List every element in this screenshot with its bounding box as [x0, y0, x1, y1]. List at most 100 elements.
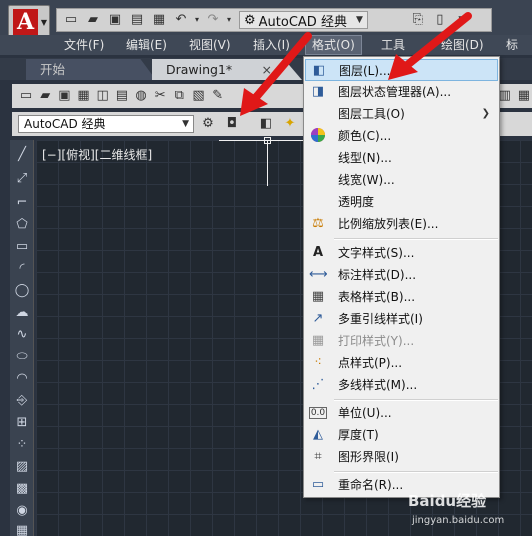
line-tool-icon[interactable]: ╱ [12, 146, 32, 164]
redo-dropdown-icon[interactable]: ▾ [225, 11, 233, 29]
gradient-icon[interactable]: ▩ [12, 480, 32, 498]
menu-item-text-style[interactable]: A 文字样式(S)... [305, 242, 498, 264]
save-icon[interactable]: ▣ [56, 86, 72, 106]
menu-item-plot-style: ▦ 打印样式(Y)... [305, 330, 498, 352]
menu-edit[interactable]: 编辑(E) [120, 35, 173, 55]
text-style-icon: A [312, 245, 324, 260]
dim-style-icon: ⟷ [309, 267, 328, 282]
format-menu-dropdown: ◧ 图层(L)... ◨ 图层状态管理器(A)... 图层工具(O) ❯ 颜色(… [303, 56, 500, 498]
rectangle-icon[interactable]: ▭ [12, 238, 32, 256]
color-wheel-icon [309, 127, 327, 145]
menu-separator [334, 399, 498, 401]
mleader-style-icon: ↗ [312, 311, 324, 326]
saveas-icon[interactable]: ▤ [127, 11, 147, 29]
annotation-arrow-layer-icon [388, 12, 472, 80]
construction-line-icon[interactable]: ⤢ [12, 170, 32, 188]
cut-icon[interactable]: ✂ [152, 86, 168, 106]
menu-file[interactable]: 文件(F) [58, 35, 110, 55]
redo-icon[interactable]: ↷ [203, 11, 223, 29]
insert-block-icon[interactable]: ⎆ [12, 392, 32, 410]
watermark-url: jingyan.baidu.com [412, 515, 505, 526]
scale-list-icon: ⚖ [312, 216, 324, 231]
revision-cloud-icon[interactable]: ☁ [12, 304, 32, 322]
menu-item-label: 厚度(T) [338, 428, 379, 442]
menu-item-point-style[interactable]: ⁖ 点样式(P)... [305, 352, 498, 374]
menu-item-linetype[interactable]: 线型(N)... [305, 147, 498, 169]
spline-icon[interactable]: ∿ [12, 326, 32, 344]
menu-item-thickness[interactable]: ◭ 厚度(T) [305, 424, 498, 446]
watermark-logo: Baidu经验 [408, 492, 487, 510]
open-icon[interactable]: ▰ [83, 11, 103, 29]
region-icon[interactable]: ◉ [12, 502, 32, 520]
workspace-switcher[interactable]: ⚙ AutoCAD 经典 ▼ [239, 11, 368, 30]
menu-item-label: 多重引线样式(I) [338, 312, 423, 326]
arc-icon[interactable]: ◜ [12, 260, 32, 278]
menu-item-table-style[interactable]: ▦ 表格样式(B)... [305, 286, 498, 308]
ellipse-arc-icon[interactable]: ◠ [12, 370, 32, 388]
table-icon[interactable]: ▦ [12, 522, 32, 536]
new-icon[interactable]: ▭ [18, 86, 34, 106]
polyline-icon[interactable]: ⌐ [12, 194, 32, 212]
menu-separator [334, 238, 498, 240]
menu-item-label: 线型(N)... [338, 151, 392, 165]
menu-item-drawing-limits[interactable]: ⌗ 图形界限(I) [305, 446, 498, 468]
circle-icon[interactable]: ◯ [12, 282, 32, 300]
menu-item-label: 图层工具(O) [338, 107, 405, 121]
annotation-arrow-format-icon [240, 32, 312, 116]
draw-toolbar: ╱ ⤢ ⌐ ⬠ ▭ ◜ ◯ ☁ ∿ ⬭ ◠ ⎆ ⊞ ⁘ ▨ ▩ ◉ ▦ [10, 140, 34, 536]
menu-item-transparency[interactable]: 透明度 [305, 191, 498, 213]
print-icon[interactable]: ▦ [75, 86, 91, 106]
submenu-arrow-icon: ❯ [481, 108, 490, 119]
workspace-select-value: AutoCAD 经典 [24, 117, 106, 131]
menu-item-label: 透明度 [338, 195, 375, 209]
menu-item-label: 图形界限(I) [338, 450, 399, 464]
menu-item-lineweight[interactable]: 线宽(W)... [305, 169, 498, 191]
menu-dimension[interactable]: 标注 [500, 35, 532, 72]
gear-icon[interactable]: ⚙ [198, 114, 218, 134]
publish-icon[interactable]: ▤ [114, 86, 130, 106]
chevron-down-icon: ▼ [355, 15, 363, 25]
application-menu-button[interactable]: A ▼ [8, 5, 50, 39]
copy-icon[interactable]: ⧉ [171, 86, 187, 106]
menu-item-color[interactable]: 颜色(C)... [305, 125, 498, 147]
undo-icon[interactable]: ↶ [171, 11, 191, 29]
match-properties-icon[interactable]: ✎ [210, 86, 226, 106]
menu-item-label: 多线样式(M)... [338, 378, 418, 392]
limits-icon: ⌗ [314, 449, 322, 464]
point-icon[interactable]: ⁘ [12, 436, 32, 454]
menu-item-layer-tools[interactable]: 图层工具(O) ❯ [305, 103, 498, 125]
menu-item-mline-style[interactable]: ⋰ 多线样式(M)... [305, 374, 498, 396]
tab-start[interactable]: 开始 [26, 59, 156, 80]
make-block-icon[interactable]: ⊞ [12, 414, 32, 432]
menu-separator [334, 471, 498, 473]
menu-item-label: 颜色(C)... [338, 129, 392, 143]
polygon-icon[interactable]: ⬠ [12, 216, 32, 234]
save-icon[interactable]: ▣ [105, 11, 125, 29]
new-icon[interactable]: ▭ [61, 11, 81, 29]
ellipse-icon[interactable]: ⬭ [12, 348, 32, 366]
globe-icon[interactable]: ◍ [133, 86, 149, 106]
menu-item-mleader-style[interactable]: ↗ 多重引线样式(I) [305, 308, 498, 330]
crosshair-pickbox [264, 137, 271, 144]
paste-icon[interactable]: ▧ [190, 86, 206, 106]
gear-icon: ⚙ [244, 12, 256, 28]
undo-dropdown-icon[interactable]: ▾ [193, 11, 201, 29]
menu-item-label: 点样式(P)... [338, 356, 403, 370]
menu-item-dim-style[interactable]: ⟷ 标注样式(D)... [305, 264, 498, 286]
menu-item-label: 文字样式(S)... [338, 246, 415, 260]
hatch-icon[interactable]: ▨ [12, 458, 32, 476]
menu-item-label: 单位(U)... [338, 406, 392, 420]
menu-view[interactable]: 视图(V) [183, 35, 237, 55]
table-style-icon: ▦ [311, 289, 325, 304]
menu-item-scale-list[interactable]: ⚖ 比例缩放列表(E)... [305, 213, 498, 235]
workspace-name: AutoCAD 经典 [258, 14, 347, 30]
menu-item-units[interactable]: 0.0 单位(U)... [305, 402, 498, 424]
grid-icon[interactable]: ▦ [516, 86, 532, 106]
viewport-controls-label[interactable]: [−][俯视][二维线框] [42, 146, 152, 163]
thickness-icon: ◭ [313, 427, 323, 442]
workspace-select[interactable]: AutoCAD 经典 ▼ [18, 115, 194, 133]
chevron-down-icon: ▼ [182, 119, 189, 129]
open-icon[interactable]: ▰ [37, 86, 53, 106]
plot-preview-icon[interactable]: ◫ [95, 86, 111, 106]
print-icon[interactable]: ▦ [149, 11, 169, 29]
